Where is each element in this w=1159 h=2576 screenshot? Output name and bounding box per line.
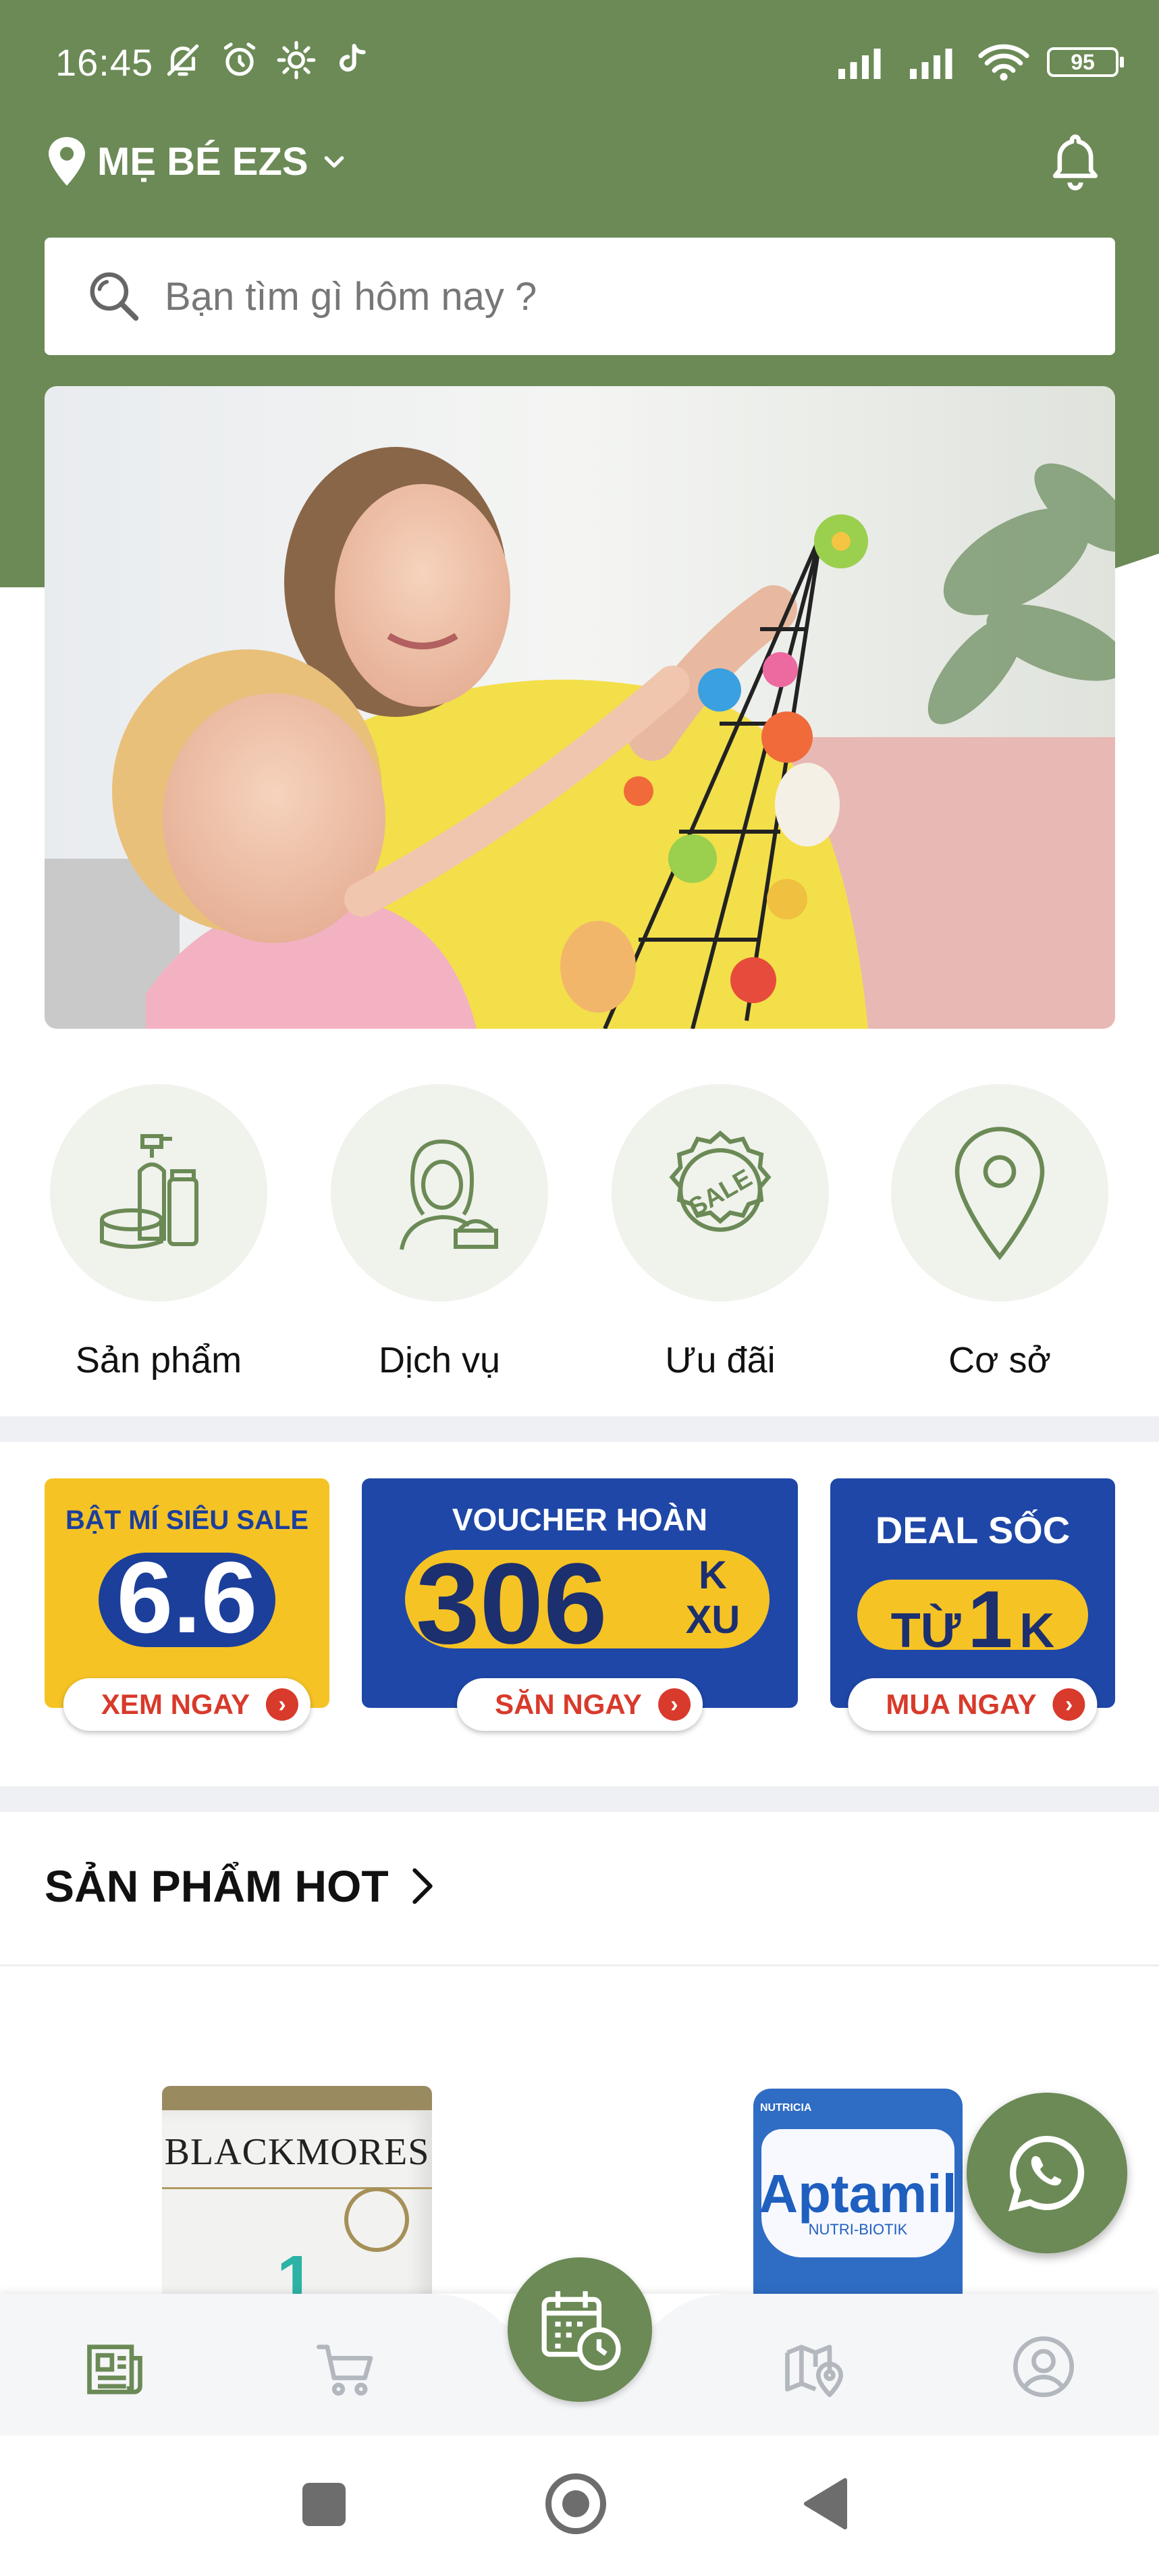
location-label: MẸ BÉ EZS bbox=[97, 139, 308, 184]
category-label: Dịch vụ bbox=[378, 1340, 501, 1380]
chevron-right-icon bbox=[412, 1868, 433, 1904]
category-branches[interactable]: Cơ sở bbox=[891, 1084, 1108, 1381]
map-icon bbox=[785, 2344, 843, 2397]
alarm-icon bbox=[223, 43, 256, 76]
category-deals-circle: SALE bbox=[612, 1084, 829, 1302]
home-icon-dot bbox=[562, 2490, 589, 2517]
news-icon bbox=[87, 2344, 142, 2394]
account-icon bbox=[1013, 2336, 1074, 2397]
nav-cart[interactable] bbox=[313, 2336, 381, 2403]
product-seal bbox=[344, 2187, 409, 2252]
back-icon[interactable] bbox=[803, 2477, 848, 2530]
category-services[interactable]: Dịch vụ bbox=[331, 1084, 548, 1381]
promo-button-label: SĂN NGAY bbox=[495, 1688, 642, 1720]
product-can-stripe bbox=[162, 2187, 432, 2189]
promo-big-text: 6.6 bbox=[116, 1540, 258, 1654]
nav-booking-button[interactable] bbox=[508, 2257, 652, 2402]
mute-icon bbox=[167, 44, 199, 76]
promo-big-text-c: K bbox=[1019, 1604, 1055, 1658]
signal-icon bbox=[838, 49, 881, 79]
chevron-down-icon bbox=[324, 156, 344, 168]
promo-suffix-bottom: XU bbox=[685, 1598, 740, 1642]
hero-image bbox=[45, 386, 1115, 1029]
promo-suffix-top: K bbox=[699, 1553, 727, 1597]
recent-apps-icon[interactable] bbox=[302, 2483, 346, 2526]
settings-gear-icon bbox=[277, 41, 316, 80]
product-brand: BLACKMORES bbox=[164, 2131, 430, 2173]
sale-badge-icon: SALE bbox=[669, 1130, 772, 1232]
arrow-right-icon: › bbox=[657, 1688, 691, 1721]
promo-top-text: VOUCHER HOÀN bbox=[452, 1502, 708, 1537]
location-pin-icon bbox=[954, 1127, 1045, 1260]
cart-icon bbox=[317, 2344, 373, 2396]
tiktok-icon bbox=[339, 43, 366, 72]
whatsapp-button[interactable] bbox=[967, 2093, 1127, 2253]
category-label: Sản phẩm bbox=[75, 1340, 242, 1380]
status-time: 16:45 bbox=[55, 41, 154, 84]
nav-account[interactable] bbox=[1010, 2333, 1077, 2400]
promo-button[interactable]: MUA NGAY › bbox=[848, 1678, 1098, 1731]
category-label: Ưu đãi bbox=[665, 1340, 776, 1380]
status-icons-left bbox=[162, 39, 370, 81]
category-branches-circle bbox=[891, 1084, 1108, 1302]
nav-news[interactable] bbox=[81, 2336, 149, 2403]
category-services-circle bbox=[331, 1084, 548, 1302]
promo-button[interactable]: XEM NGAY › bbox=[63, 1678, 311, 1731]
product-card-aptamil[interactable]: NUTRICIA Aptamil NUTRI-BIOTIK bbox=[753, 2089, 963, 2295]
category-deals[interactable]: SALE Ưu đãi bbox=[612, 1084, 829, 1381]
promo-big-text-a: TỪ bbox=[890, 1604, 961, 1658]
promo-banner-deal[interactable]: DEAL SỐC TỪ 1 K MUA NGAY › bbox=[830, 1478, 1115, 1731]
home-icon[interactable] bbox=[545, 2473, 606, 2534]
product-stage: 1 bbox=[277, 2242, 315, 2295]
promo-button[interactable]: SĂN NGAY › bbox=[457, 1678, 703, 1731]
bell-icon[interactable] bbox=[1048, 132, 1102, 190]
arrow-right-icon: › bbox=[1052, 1688, 1085, 1721]
section-line bbox=[0, 1964, 1159, 1966]
product-brand: Aptamil bbox=[759, 2164, 957, 2224]
product-sub: NUTRI-BIOTIK bbox=[808, 2221, 908, 2238]
nav-map[interactable] bbox=[779, 2333, 846, 2400]
status-icons-right: 95 bbox=[835, 43, 1124, 81]
section-divider bbox=[0, 1416, 1159, 1442]
promo-top-text: DEAL SỐC bbox=[875, 1509, 1071, 1551]
promo-banner-voucher[interactable]: VOUCHER HOÀN 306 K XU SĂN NGAY › bbox=[362, 1478, 798, 1731]
beauty-service-icon bbox=[400, 1139, 498, 1250]
product-card-blackmores[interactable]: BLACKMORES 1 bbox=[162, 2086, 432, 2295]
category-label: Cơ sở bbox=[948, 1340, 1051, 1380]
hot-products-title: SẢN PHẨM HOT bbox=[45, 1861, 389, 1911]
location-selector[interactable]: MẸ BÉ EZS bbox=[49, 136, 348, 186]
promo-button-label: MUA NGAY bbox=[886, 1688, 1037, 1720]
search-icon bbox=[90, 272, 139, 321]
search-placeholder: Bạn tìm gì hôm nay ? bbox=[165, 274, 537, 319]
map-pin-icon bbox=[49, 137, 85, 186]
signal-icon-2 bbox=[910, 49, 952, 79]
battery-indicator: 95 bbox=[1047, 47, 1124, 77]
wifi-icon bbox=[978, 44, 1029, 81]
promo-button-label: XEM NGAY bbox=[101, 1688, 250, 1720]
search-input[interactable]: Bạn tìm gì hôm nay ? bbox=[45, 238, 1115, 355]
promo-top-text: BẬT MÍ SIÊU SALE bbox=[65, 1505, 309, 1535]
hero-banner[interactable] bbox=[45, 386, 1115, 1029]
category-products-circle bbox=[50, 1084, 267, 1302]
promo-banner-sale-66[interactable]: BẬT MÍ SIÊU SALE 6.6 XEM NGAY › bbox=[45, 1478, 329, 1731]
promo-big-text-b: 1 bbox=[967, 1574, 1013, 1665]
cosmetics-icon bbox=[100, 1134, 198, 1249]
promo-big-text: 306 bbox=[416, 1540, 608, 1668]
section-divider bbox=[0, 1786, 1159, 1812]
whatsapp-icon bbox=[1008, 2135, 1085, 2211]
product-maker: NUTRICIA bbox=[760, 2102, 812, 2114]
hot-products-header[interactable]: SẢN PHẨM HOT bbox=[45, 1860, 436, 1912]
calendar-clock-icon bbox=[541, 2291, 621, 2371]
promo-big-row: TỪ 1 K bbox=[830, 1573, 1115, 1666]
category-products[interactable]: Sản phẩm bbox=[50, 1084, 267, 1381]
arrow-right-icon: › bbox=[266, 1688, 299, 1721]
product-can-lid bbox=[162, 2086, 432, 2113]
